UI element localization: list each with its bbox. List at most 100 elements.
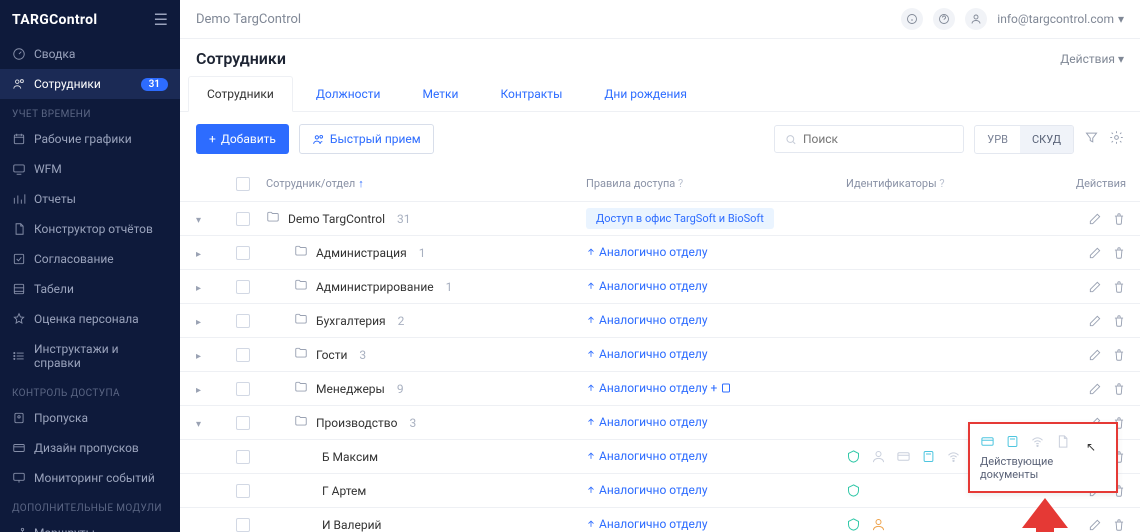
edit-icon[interactable] (1088, 246, 1102, 260)
select-all-checkbox[interactable] (236, 177, 250, 191)
chevron-right-icon[interactable]: ▸ (196, 317, 201, 328)
blue-icon[interactable] (921, 449, 936, 464)
access-link[interactable]: Аналогично отделу (586, 483, 708, 497)
page-actions-menu[interactable]: Действия ▾ (1060, 52, 1124, 66)
chevron-down-icon[interactable]: ▾ (196, 215, 201, 226)
sidebar-item-Инструктажи и справки[interactable]: Инструктажи и справки (0, 334, 180, 378)
chevron-right-icon[interactable]: ▸ (196, 385, 201, 396)
table-row: ▸ Гости 3 Аналогично отделу (180, 338, 1140, 372)
sidebar: TARGControl ☰ Сводка Сотрудники 31 УЧЕТ … (0, 0, 180, 532)
chevron-right-icon[interactable]: ▸ (196, 249, 201, 260)
sidebar-item-Мониторинг событий[interactable]: Мониторинг событий (0, 463, 180, 493)
annotation-arrow (1022, 498, 1068, 532)
row-checkbox[interactable] (236, 382, 250, 396)
sidebar-item-Дизайн пропусков[interactable]: Дизайн пропусков (0, 433, 180, 463)
delete-icon[interactable] (1112, 280, 1126, 294)
col-employee[interactable]: Сотрудник/отдел ↑ (266, 177, 586, 190)
delete-icon[interactable] (1112, 212, 1126, 226)
delete-icon[interactable] (1112, 246, 1126, 260)
sidebar-item-label: Отчеты (34, 192, 76, 206)
edit-icon[interactable] (1088, 348, 1102, 362)
row-checkbox[interactable] (236, 484, 250, 498)
seg-urv[interactable]: УРВ (975, 126, 1020, 153)
table-row: ▾ Demo TargControl 31 Доступ в офис Targ… (180, 202, 1140, 236)
edit-icon[interactable] (1088, 314, 1102, 328)
table-row: ▸ Администрирование 1 Аналогично отделу (180, 270, 1140, 304)
access-link[interactable]: Аналогично отделу (586, 449, 708, 463)
sidebar-item-Отчеты[interactable]: Отчеты (0, 184, 180, 214)
sidebar-item-Маршруты[interactable]: Маршруты (0, 518, 180, 532)
cursor-icon: ↖ (1086, 440, 1096, 454)
edit-icon[interactable] (1088, 212, 1102, 226)
access-link[interactable]: Аналогично отделу (586, 245, 708, 259)
delete-icon[interactable] (1112, 518, 1126, 532)
row-checkbox[interactable] (236, 246, 250, 260)
access-link[interactable]: Аналогично отделу (586, 415, 708, 429)
add-button[interactable]: +Добавить (196, 124, 289, 154)
search-input[interactable] (774, 125, 964, 153)
chevron-down-icon[interactable]: ▾ (196, 419, 201, 430)
avatar[interactable] (965, 8, 987, 30)
access-chip[interactable]: Доступ в офис TargSoft и BioSoft (586, 208, 774, 229)
tab-Контракты[interactable]: Контракты (481, 76, 581, 111)
sidebar-item-Рабочие графики[interactable]: Рабочие графики (0, 124, 180, 154)
delete-icon[interactable] (1112, 382, 1126, 396)
folder-icon (294, 278, 308, 295)
sidebar-item-WFM[interactable]: WFM (0, 154, 180, 184)
sidebar-item-label: Мониторинг событий (34, 471, 155, 485)
delete-icon[interactable] (1112, 348, 1126, 362)
sidebar-item-Оценка персонала[interactable]: Оценка персонала (0, 304, 180, 334)
sidebar-item-Сводка[interactable]: Сводка (0, 39, 180, 69)
folder-icon (294, 380, 308, 397)
row-checkbox[interactable] (236, 518, 250, 532)
sidebar-item-Пропуска[interactable]: Пропуска (0, 403, 180, 433)
row-checkbox[interactable] (236, 450, 250, 464)
sidebar-item-Табели[interactable]: Табели (0, 274, 180, 304)
tab-Метки[interactable]: Метки (403, 76, 477, 111)
grey-user-icon[interactable] (871, 449, 886, 464)
topbar: Demo TargControl info@targcontrol.com▾ (180, 0, 1140, 39)
employee-name: Б Максим (322, 450, 378, 464)
filter-icon[interactable] (1084, 130, 1099, 148)
row-checkbox[interactable] (236, 314, 250, 328)
view-segment: УРВ СКУД (974, 125, 1074, 154)
row-checkbox[interactable] (236, 280, 250, 294)
info-icon[interactable] (901, 8, 923, 30)
grey-wifi-icon[interactable] (946, 449, 961, 464)
quick-hire-button[interactable]: Быстрый прием (299, 124, 434, 154)
gear-icon[interactable] (1109, 130, 1124, 148)
main: Demo TargControl info@targcontrol.com▾ С… (180, 0, 1140, 532)
user-email[interactable]: info@targcontrol.com▾ (997, 12, 1124, 26)
edit-icon[interactable] (1088, 518, 1102, 532)
sidebar-item-label: Конструктор отчётов (34, 222, 153, 236)
row-checkbox[interactable] (236, 348, 250, 362)
sidebar-item-Сотрудники[interactable]: Сотрудники 31 (0, 69, 180, 99)
row-checkbox[interactable] (236, 416, 250, 430)
access-link[interactable]: Аналогично отделу (586, 279, 708, 293)
tab-Должности[interactable]: Должности (297, 76, 400, 111)
sidebar-item-label: Рабочие графики (34, 132, 132, 146)
help-icon[interactable] (933, 8, 955, 30)
teal-icon[interactable] (846, 483, 861, 498)
edit-icon[interactable] (1088, 280, 1102, 294)
chevron-right-icon[interactable]: ▸ (196, 283, 201, 294)
sidebar-item-label: Оценка персонала (34, 312, 139, 326)
grey-card-icon[interactable] (896, 449, 911, 464)
burger-icon[interactable]: ☰ (154, 10, 168, 29)
access-link[interactable]: Аналогично отделу + (586, 381, 732, 395)
access-link[interactable]: Аналогично отделу (586, 517, 708, 531)
access-link[interactable]: Аналогично отделу (586, 347, 708, 361)
access-link[interactable]: Аналогично отделу (586, 313, 708, 327)
seg-skud[interactable]: СКУД (1020, 126, 1073, 153)
teal-icon[interactable] (846, 449, 861, 464)
orange-user-icon[interactable] (871, 517, 886, 532)
teal-icon[interactable] (846, 517, 861, 532)
sidebar-item-Конструктор отчётов[interactable]: Конструктор отчётов (0, 214, 180, 244)
delete-icon[interactable] (1112, 314, 1126, 328)
chevron-right-icon[interactable]: ▸ (196, 351, 201, 362)
edit-icon[interactable] (1088, 382, 1102, 396)
tab-Дни рождения[interactable]: Дни рождения (585, 76, 706, 111)
row-checkbox[interactable] (236, 212, 250, 226)
tab-Сотрудники[interactable]: Сотрудники (188, 76, 293, 112)
sidebar-item-Согласование[interactable]: Согласование (0, 244, 180, 274)
